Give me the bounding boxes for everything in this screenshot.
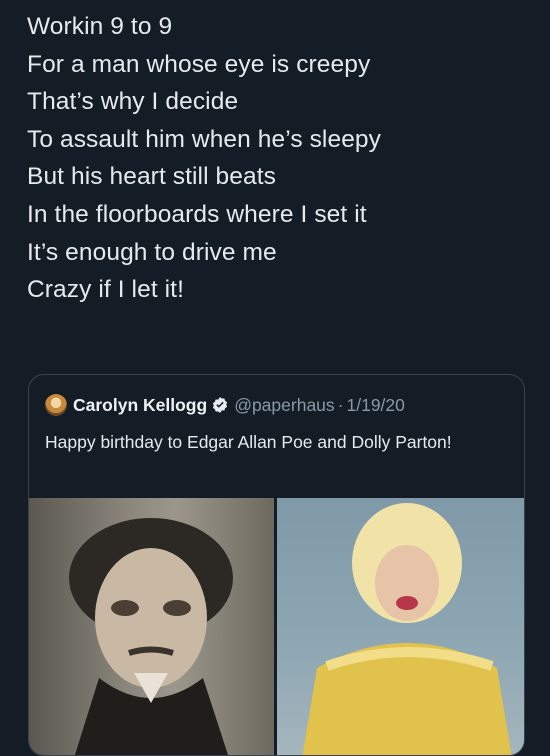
handle[interactable]: @paperhaus — [234, 395, 334, 416]
poe-photo[interactable] — [29, 498, 274, 755]
quoted-tweet-header: Carolyn Kellogg @paperhaus · 1/19/20 — [45, 394, 405, 416]
tweet-line: Workin 9 to 9 — [27, 13, 173, 40]
tweet-line: To assault him when he’s sleepy — [27, 125, 382, 153]
display-name[interactable]: Carolyn Kellogg — [73, 395, 207, 416]
verified-badge-icon — [213, 397, 228, 413]
tweet-line: Crazy if I let it! — [27, 276, 184, 304]
date-separator: · — [337, 394, 344, 415]
tweet-line: In the floorboards where I set it — [27, 200, 367, 228]
tweet-text: Workin 9 to 9 For a man whose eye is cre… — [27, 8, 537, 309]
avatar[interactable] — [45, 394, 67, 416]
tweet-line: That’s why I decide — [27, 88, 239, 116]
poe-photo-art — [69, 518, 233, 755]
quoted-tweet-card[interactable]: Carolyn Kellogg @paperhaus · 1/19/20 Hap… — [28, 374, 525, 756]
quoted-tweet-media — [29, 498, 524, 755]
dolly-photo[interactable] — [277, 498, 524, 755]
quoted-tweet-text: Happy birthday to Edgar Allan Poe and Do… — [45, 432, 452, 452]
dolly-photo-art — [302, 503, 512, 755]
tweet-date[interactable]: 1/19/20 — [347, 395, 405, 416]
tweet-line: But his heart still beats — [27, 163, 276, 191]
tweet-line: It’s enough to drive me — [27, 238, 277, 266]
tweet-line: For a man whose eye is creepy — [27, 50, 371, 78]
